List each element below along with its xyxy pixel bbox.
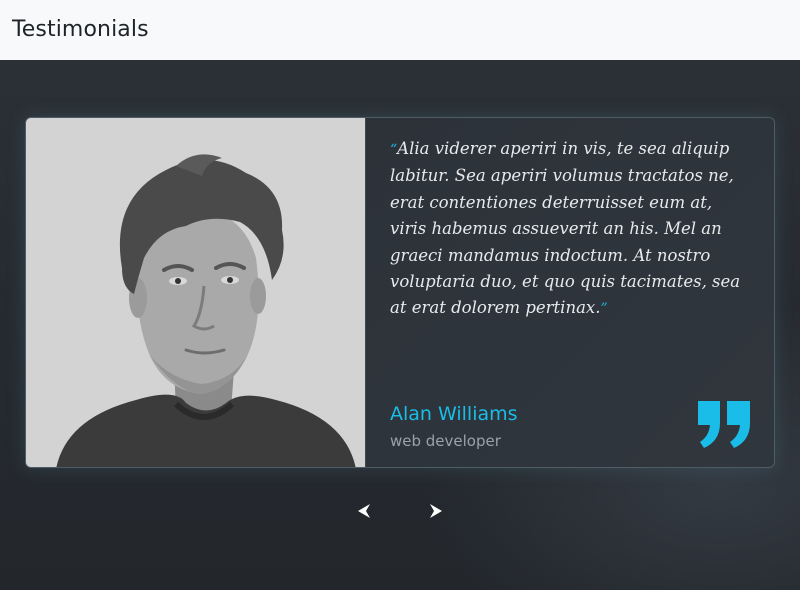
testimonial-section: “Alia viderer aperiri in vis, te sea ali…	[0, 60, 800, 590]
page-title: Testimonials	[12, 17, 149, 42]
person-portrait-icon	[26, 118, 365, 467]
chevron-right-icon	[430, 504, 442, 518]
next-button[interactable]	[421, 500, 451, 522]
author-photo	[26, 118, 366, 467]
previous-button[interactable]	[349, 500, 379, 522]
testimonial-card: “Alia viderer aperiri in vis, te sea ali…	[25, 117, 775, 468]
quote-body: Alia viderer aperiri in vis, te sea aliq…	[390, 139, 741, 318]
page-header: Testimonials	[0, 0, 800, 60]
author-name: Alan Williams	[390, 403, 518, 425]
author-role: web developer	[390, 432, 501, 450]
testimonial-quote: “Alia viderer aperiri in vis, te sea ali…	[390, 136, 750, 323]
closing-quote-icon	[698, 401, 750, 448]
close-quote-mark: ”	[600, 301, 608, 318]
chevron-left-icon	[358, 504, 370, 518]
